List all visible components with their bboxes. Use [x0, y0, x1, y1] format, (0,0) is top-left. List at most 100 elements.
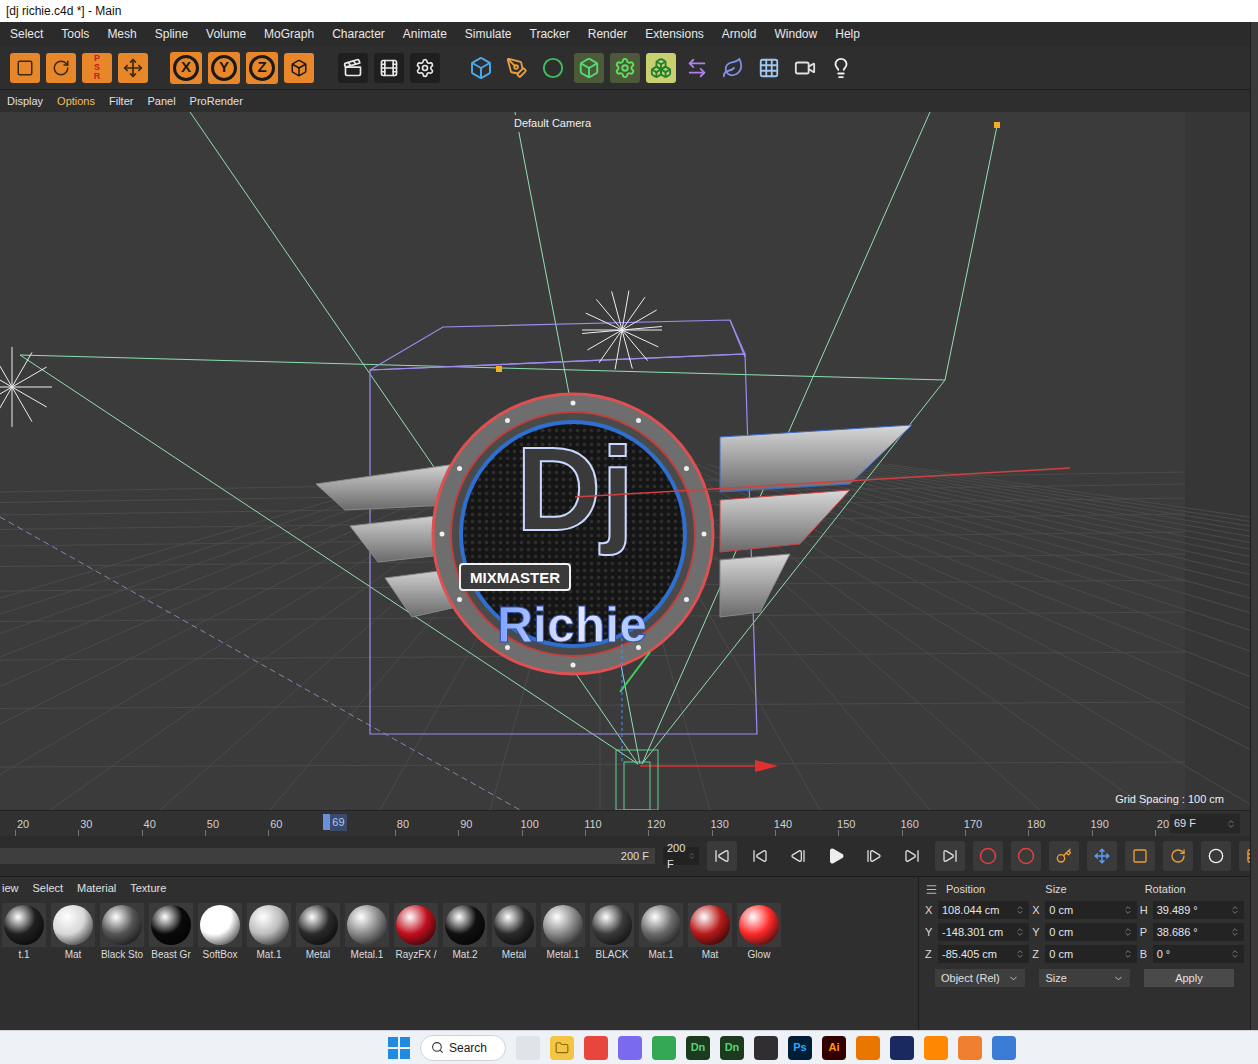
size-field[interactable]: 0 cm — [1045, 923, 1136, 941]
autokey-icon[interactable] — [1011, 841, 1041, 871]
go-start-icon[interactable] — [707, 841, 737, 871]
camera-icon[interactable] — [790, 53, 820, 83]
menu-item[interactable]: Window — [775, 25, 818, 43]
size-field[interactable]: 0 cm — [1045, 901, 1136, 919]
material-item[interactable]: Beast Gr — [149, 903, 193, 962]
scene[interactable]: DjMIXMASTERRichie — [0, 112, 1250, 810]
material-item[interactable]: Mat — [688, 903, 732, 962]
size-field[interactable]: 0 cm — [1045, 945, 1136, 963]
current-frame-field[interactable]: 69 F — [1170, 814, 1240, 833]
mode-dropdown[interactable]: Object (Rel) — [935, 969, 1025, 987]
end-frame-field[interactable]: 200 F — [663, 847, 699, 865]
position-field[interactable]: 108.044 cm — [938, 901, 1029, 919]
rotation-field[interactable]: 0 ° — [1153, 945, 1244, 963]
search-box[interactable]: Search — [420, 1035, 506, 1061]
material-item[interactable]: Metal — [296, 903, 340, 962]
menu-item[interactable]: iew — [2, 880, 19, 897]
obs-icon[interactable] — [754, 1036, 778, 1060]
menu-item[interactable]: Extensions — [645, 25, 704, 43]
axis-lock-button[interactable]: Z — [246, 52, 278, 84]
material-item[interactable]: Mat — [51, 903, 95, 962]
photoshop-icon[interactable]: Ps — [788, 1036, 812, 1060]
material-item[interactable]: Metal.1 — [541, 903, 585, 962]
file-explorer-icon[interactable] — [550, 1036, 574, 1060]
material-item[interactable]: Black Sto — [100, 903, 144, 962]
handle[interactable] — [994, 122, 1000, 128]
scale-icon[interactable] — [10, 53, 40, 83]
material-item[interactable]: BLACK — [590, 903, 634, 962]
material-item[interactable]: SoftBox — [198, 903, 242, 962]
menu-item[interactable]: Tracker — [530, 25, 570, 43]
pen-icon[interactable] — [502, 53, 532, 83]
material-item[interactable]: Mat.2 — [443, 903, 487, 962]
generator-icon[interactable] — [574, 53, 604, 83]
timeline-ruler[interactable]: 2030405060809010011012013014015016017018… — [0, 810, 1250, 836]
menu-item[interactable]: Spline — [155, 25, 188, 43]
playhead[interactable]: 69 — [323, 814, 346, 831]
menu-icon[interactable] — [925, 883, 938, 896]
rotation-key-icon[interactable] — [1163, 841, 1193, 871]
next-key-icon[interactable] — [897, 841, 927, 871]
fl-studio-icon[interactable] — [958, 1036, 982, 1060]
record-icon[interactable] — [973, 841, 1003, 871]
menu-item[interactable]: Help — [835, 25, 860, 43]
viewport[interactable]: DjMIXMASTERRichieDefault CameraGrid Spac… — [0, 112, 1250, 810]
position-field[interactable]: -148.301 cm — [938, 923, 1029, 941]
viewport-menu-item[interactable]: Panel — [147, 93, 175, 110]
menu-item[interactable]: Select — [10, 25, 43, 43]
prev-frame-icon[interactable] — [783, 841, 813, 871]
viewport-menu-item[interactable]: Options — [57, 93, 95, 110]
blender-icon[interactable] — [856, 1036, 880, 1060]
viewport-menu-item[interactable]: Filter — [109, 93, 133, 110]
menu-item[interactable]: Character — [332, 25, 385, 43]
material-item[interactable]: RayzFX / — [394, 903, 438, 962]
cinema4d-icon[interactable] — [890, 1036, 914, 1060]
spline-icon[interactable] — [538, 53, 568, 83]
apply-button[interactable]: Apply — [1144, 969, 1234, 987]
range-bar[interactable]: 200 F — [0, 848, 655, 864]
render-settings-icon[interactable] — [410, 53, 440, 83]
material-item[interactable]: Metal — [492, 903, 536, 962]
menu-item[interactable]: Material — [77, 880, 116, 897]
task-view-icon[interactable] — [516, 1036, 540, 1060]
viewport-menu-item[interactable]: ProRender — [190, 93, 243, 110]
menu-item[interactable]: Tools — [61, 25, 89, 43]
cube-icon[interactable] — [466, 53, 496, 83]
rotation-field[interactable]: 38.686 ° — [1153, 923, 1244, 941]
viewport-menu-item[interactable]: Display — [7, 93, 43, 110]
go-end-icon[interactable] — [935, 841, 965, 871]
cloner-icon[interactable] — [646, 53, 676, 83]
keyframe-selection-icon[interactable] — [1049, 841, 1079, 871]
mograph-icon[interactable] — [610, 53, 640, 83]
scale-key-icon[interactable] — [1125, 841, 1155, 871]
menu-item[interactable]: Arnold — [722, 25, 757, 43]
material-item[interactable]: Mat.1 — [247, 903, 291, 962]
copilot-icon[interactable] — [618, 1036, 642, 1060]
axis-lock-button[interactable]: X — [170, 52, 202, 84]
coordinate-system-icon[interactable] — [284, 53, 314, 83]
material-item[interactable]: Metal.1 — [345, 903, 389, 962]
menu-item[interactable]: Animate — [403, 25, 447, 43]
position-key-icon[interactable] — [1087, 841, 1117, 871]
dimension-icon[interactable]: Dn — [720, 1036, 744, 1060]
menu-item[interactable]: Volume — [206, 25, 246, 43]
material-item[interactable]: Mat.1 — [639, 903, 683, 962]
logo[interactable]: DjMIXMASTERRichie — [316, 394, 912, 674]
next-frame-icon[interactable] — [859, 841, 889, 871]
floor-icon[interactable] — [754, 53, 784, 83]
axis-lock-button[interactable]: Y — [208, 52, 240, 84]
material-item[interactable]: t.1 — [2, 903, 46, 962]
menu-item[interactable]: Simulate — [465, 25, 512, 43]
position-field[interactable]: -85.405 cm — [938, 945, 1029, 963]
vlc-icon[interactable] — [924, 1036, 948, 1060]
camera-label[interactable]: Default Camera — [510, 115, 595, 132]
menu-item[interactable]: MoGraph — [264, 25, 314, 43]
deformer-icon[interactable] — [682, 53, 712, 83]
size-dropdown[interactable]: Size — [1039, 969, 1129, 987]
chrome-profile-icon[interactable] — [652, 1036, 676, 1060]
light-icon[interactable] — [826, 53, 856, 83]
illustrator-icon[interactable]: Ai — [822, 1036, 846, 1060]
prev-key-icon[interactable] — [745, 841, 775, 871]
dimension-icon[interactable]: Dn — [686, 1036, 710, 1060]
render-view-icon[interactable] — [338, 53, 368, 83]
